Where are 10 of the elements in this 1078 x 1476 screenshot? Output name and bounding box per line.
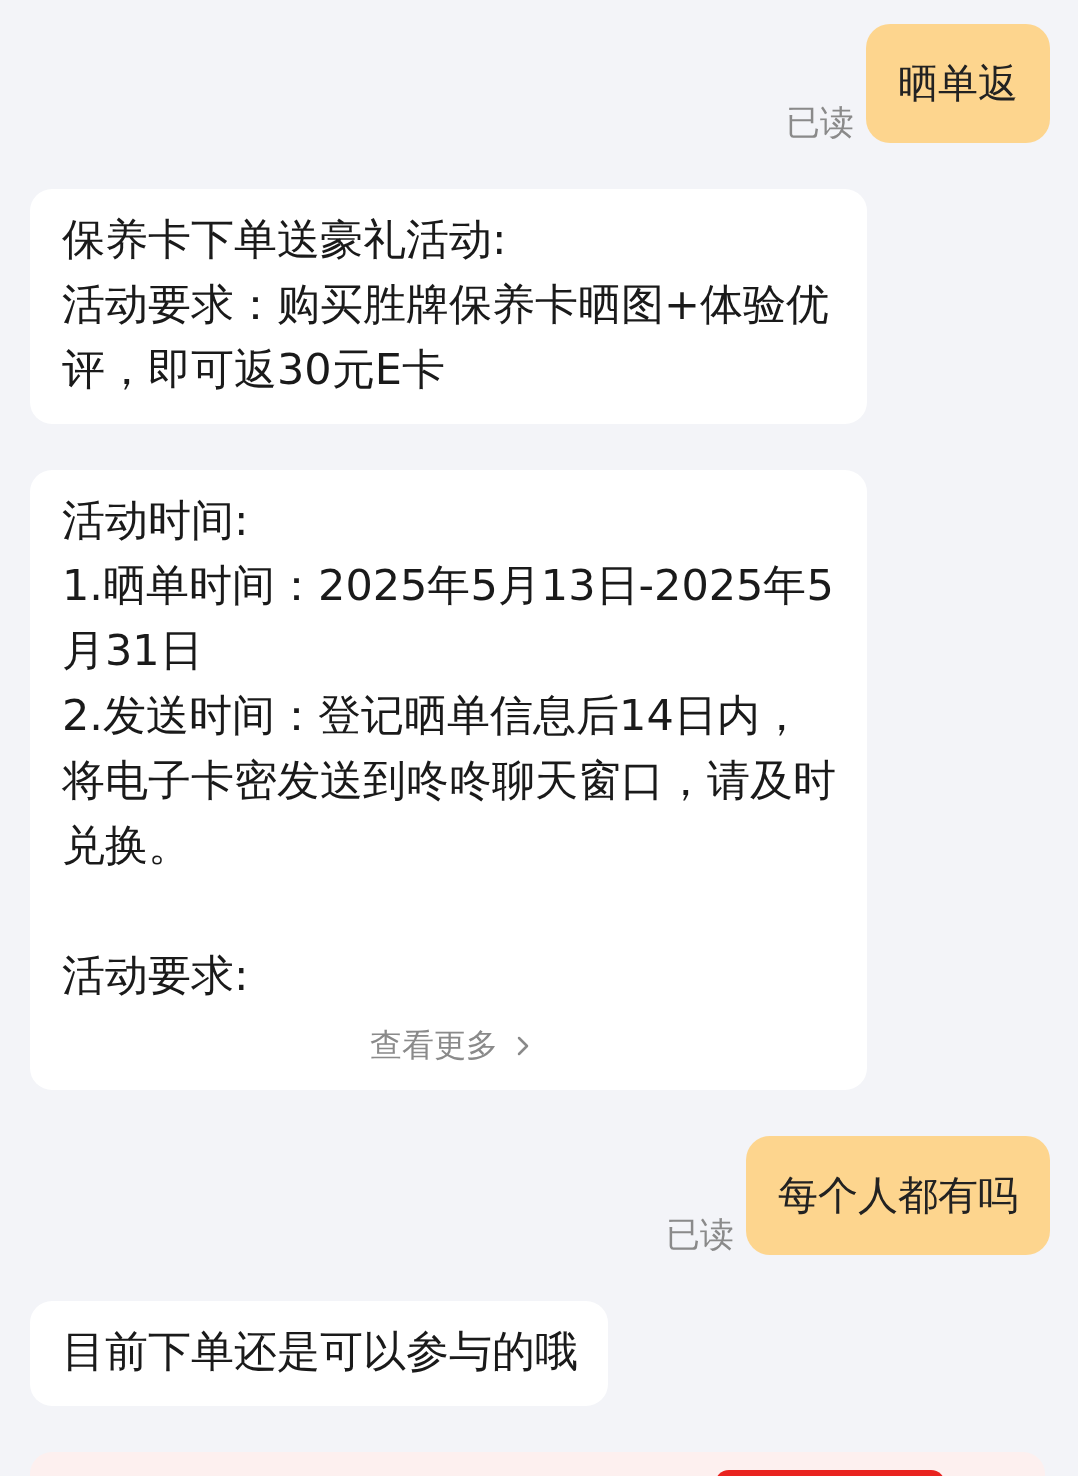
sent-message: 每个人都有吗 [746, 1136, 1050, 1255]
chevron-right-icon [515, 1034, 530, 1058]
message-text: 保养卡下单送豪礼活动: 活动要求：购买胜牌保养卡晒图+体验优评，即可返30元E卡 [62, 213, 831, 396]
message-text: 活动时间: 1.晒单时间：2025年5月13日-2025年5月31日 2.发送时间：登记晒单信息后14日内，将电子卡密发送到咚咚聊天窗口，请及时兑换。 [62, 494, 837, 872]
message-text: 活动要求: [62, 949, 250, 1002]
read-status: 已读 [666, 1217, 734, 1251]
sent-message: 晒单返 [866, 24, 1050, 143]
view-more-link[interactable]: 查看更多 [369, 1024, 530, 1068]
message-text: 目前下单还是可以参与的哦 [62, 1325, 578, 1378]
read-status: 已读 [786, 105, 854, 139]
